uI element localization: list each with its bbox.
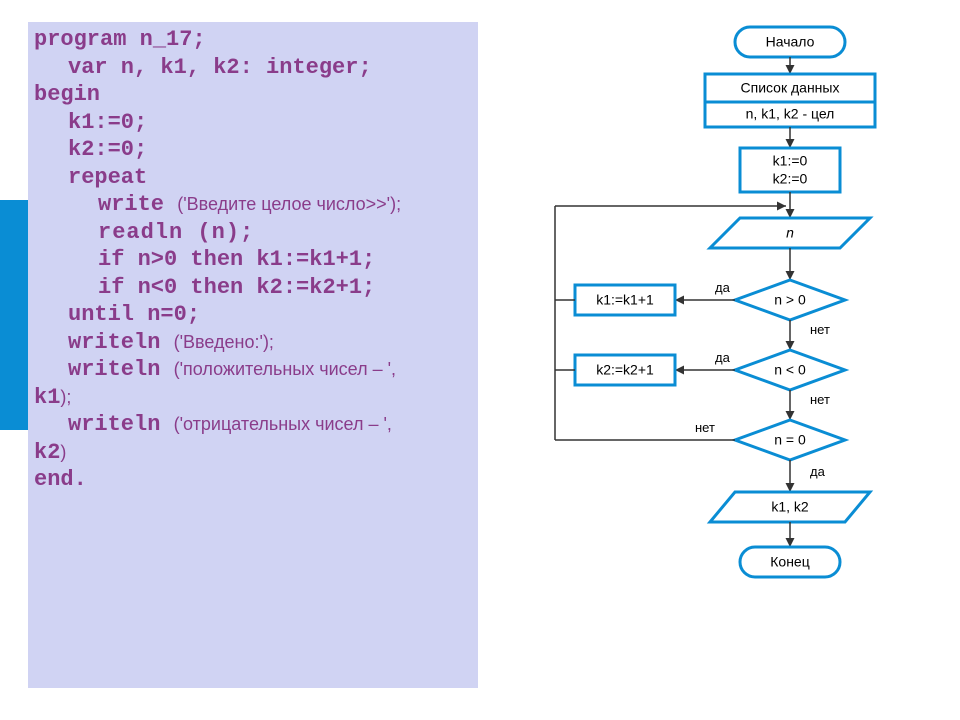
- code-text: k2:=k2+1;: [243, 275, 375, 300]
- flow-act1-label: k1:=k1+1: [596, 292, 654, 308]
- code-string: );: [60, 387, 71, 407]
- code-string: ('Введите целое число>>');: [177, 194, 401, 214]
- code-text: write: [98, 192, 177, 217]
- flow-act2-label: k2:=k2+1: [596, 362, 654, 378]
- kw-end: end.: [34, 467, 87, 492]
- code-text: k2:=0;: [68, 137, 147, 162]
- kw-until: until: [68, 302, 134, 327]
- kw-var: var: [68, 55, 108, 80]
- kw-repeat: repeat: [68, 165, 147, 190]
- flow-cond2-label: n < 0: [774, 362, 806, 378]
- code-panel: program n_17; var n, k1, k2: integer; be…: [28, 22, 478, 688]
- left-accent-bar: [0, 200, 28, 430]
- flow-init1-label: k1:=0: [773, 153, 808, 169]
- code-string: ): [60, 442, 66, 462]
- kw-then: then: [190, 247, 243, 272]
- flow-data-vars-label: n, k1, k2 - цел: [746, 106, 835, 122]
- code-string: ('положительных чисел – ',: [174, 359, 396, 379]
- kw-if: if: [98, 275, 124, 300]
- code-text: n, k1, k2: integer;: [108, 55, 372, 80]
- code-text: n<0: [124, 275, 190, 300]
- flow-cond3-label: n = 0: [774, 432, 806, 448]
- flow-cond1-label: n > 0: [774, 292, 806, 308]
- flowchart: Начало Список данных n, k1, k2 - цел k1:…: [510, 22, 940, 692]
- flow-no-label: нет: [810, 392, 830, 407]
- flow-yes-label: да: [715, 350, 731, 365]
- flow-data-title-label: Список данных: [741, 80, 840, 96]
- flow-no-label: нет: [810, 322, 830, 337]
- flow-yes-label: да: [715, 280, 731, 295]
- code-text: writeln: [68, 412, 174, 437]
- code-string: ('Введено:');: [174, 332, 274, 352]
- flow-output-label: k1, k2: [771, 499, 809, 515]
- flow-input-n-label: n: [786, 225, 794, 241]
- code-text: writeln: [68, 357, 174, 382]
- kw-program: program: [34, 27, 126, 52]
- code-text: writeln: [68, 330, 174, 355]
- code-text: n>0: [124, 247, 190, 272]
- code-text: k1: [34, 385, 60, 410]
- code-text: k2: [34, 440, 60, 465]
- kw-begin: begin: [34, 82, 100, 107]
- code-text: n=0;: [134, 302, 200, 327]
- flow-yes-label: да: [810, 464, 826, 479]
- code-text: k1:=0;: [68, 110, 147, 135]
- code-text: n_17;: [126, 27, 205, 52]
- kw-then: then: [190, 275, 243, 300]
- flow-end-label: Конец: [770, 554, 809, 570]
- flow-start-label: Начало: [766, 34, 815, 50]
- flow-init2-label: k2:=0: [773, 171, 808, 187]
- code-text: k1:=k1+1;: [243, 247, 375, 272]
- code-text: readln (n);: [98, 220, 254, 245]
- code-string: ('отрицательных чисел – ',: [174, 414, 392, 434]
- flow-no-label: нет: [695, 420, 715, 435]
- kw-if: if: [98, 247, 124, 272]
